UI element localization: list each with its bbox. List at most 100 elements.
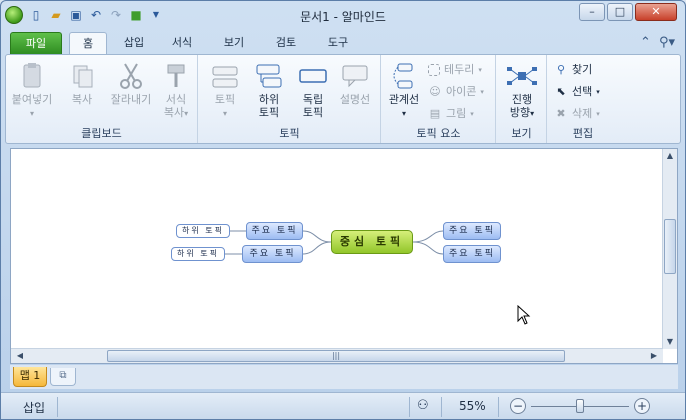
delete-x-icon: ✖	[556, 107, 566, 120]
zoom-slider-thumb[interactable]	[576, 399, 584, 413]
scroll-up-icon[interactable]: ▲	[663, 149, 677, 163]
main-topic-right-1[interactable]: 주요 토픽	[443, 222, 501, 240]
floating-topic-label-2: 토픽	[302, 106, 324, 119]
title-bar: ▯ ▰ ▣ ↶ ↷ ■ ▼ 문서1 - 알마인드 – □ ✕	[1, 1, 685, 31]
group-label-topic: 토픽	[279, 127, 300, 140]
status-divider	[57, 397, 58, 417]
group-label-topic-elements: 토픽 요소	[416, 127, 461, 140]
cut-label: 잘라내기	[110, 93, 152, 106]
scroll-left-icon[interactable]: ◀	[13, 349, 27, 363]
subtopic-1[interactable]: 하위 토픽	[176, 224, 230, 238]
maximize-button[interactable]: □	[607, 3, 633, 21]
help-search-icon[interactable]: ⚲▾	[659, 35, 675, 50]
topic-button[interactable]: 토픽 ▾	[203, 61, 247, 120]
subtopic-2[interactable]: 하위 토픽	[171, 247, 225, 261]
topic-icon	[209, 61, 241, 91]
delete-button[interactable]: ✖ 삭제 ▾	[554, 105, 599, 123]
format-painter-button[interactable]: 서식 복사▾	[154, 61, 198, 120]
horizontal-scroll-thumb[interactable]: |||	[107, 350, 565, 362]
layout-direction-label-2: 방향	[509, 106, 531, 119]
collapse-ribbon-icon[interactable]: ⌃	[640, 35, 651, 50]
ribbon-right-tools: ⌃ ⚲▾	[640, 35, 675, 50]
mouse-cursor-icon	[517, 305, 531, 325]
icon-button[interactable]: ☺ 아이콘 ▾	[428, 83, 484, 101]
copy-button[interactable]: 복사	[60, 61, 104, 106]
copy-label: 복사	[71, 93, 93, 106]
icon-label: 아이콘	[446, 85, 477, 98]
paste-label: 붙여넣기	[11, 93, 53, 106]
topic-label: 토픽	[214, 93, 236, 106]
tab-view[interactable]: 보기	[215, 32, 253, 54]
ribbon: 붙여넣기 ▾ 복사 잘라내기 서식 복사▾ 클립보드 토픽 ▾ 하위 토픽 독립…	[5, 54, 681, 144]
cut-button[interactable]: 잘라내기	[106, 61, 156, 106]
add-sheet-icon[interactable]: ⧉	[50, 368, 76, 386]
floating-topic-button[interactable]: 독립 토픽	[291, 61, 335, 119]
tab-review[interactable]: 검토	[267, 32, 305, 54]
tab-file[interactable]: 파일	[10, 32, 62, 54]
group-topic-elements: 관계선 ▾ 테두리 ▾ ☺ 아이콘 ▾ ▤ 그림 ▾ 토픽 요소	[382, 55, 496, 143]
find-label: 찾기	[572, 63, 593, 76]
zoom-out-icon[interactable]: −	[510, 398, 526, 414]
callout-label: 설명선	[339, 93, 371, 106]
floating-topic-icon	[297, 61, 329, 91]
border-button[interactable]: 테두리 ▾	[428, 61, 482, 79]
image-label: 그림	[446, 107, 467, 120]
central-topic[interactable]: 중심 토픽	[331, 230, 413, 254]
callout-button[interactable]: 설명선	[333, 61, 377, 106]
format-copy-label-1: 서식	[165, 93, 187, 106]
sheet-bar: 맵 1 ⧉	[10, 365, 678, 389]
zoom-in-icon[interactable]: +	[634, 398, 650, 414]
tab-insert[interactable]: 삽입	[115, 32, 153, 54]
find-button[interactable]: ⚲ 찾기	[554, 61, 592, 79]
smiley-icon: ☺	[429, 85, 441, 98]
vertical-scroll-thumb[interactable]	[664, 219, 676, 274]
subtopic-icon	[253, 61, 285, 91]
status-divider	[409, 397, 410, 417]
image-icon: ▤	[429, 107, 441, 120]
status-bar: 삽입 ⚇ 55% − +	[1, 392, 685, 419]
group-label-view: 보기	[511, 127, 532, 140]
magnifier-icon: ⚲	[556, 63, 566, 76]
app-window: ▯ ▰ ▣ ↶ ↷ ■ ▼ 문서1 - 알마인드 – □ ✕ 파일 홈 삽입 서…	[0, 0, 686, 420]
group-edit: ⚲ 찾기 ⬉ 선택 ▾ ✖ 삭제 ▾ 편집	[548, 55, 618, 143]
brush-icon	[160, 61, 192, 91]
group-label-edit: 편집	[572, 127, 594, 140]
status-divider	[441, 397, 442, 417]
subtopic-button[interactable]: 하위 토픽	[247, 61, 291, 119]
tab-home[interactable]: 홈	[69, 32, 107, 55]
subtopic-label-2: 토픽	[258, 106, 280, 119]
minimize-button[interactable]: –	[579, 3, 605, 21]
paste-button[interactable]: 붙여넣기 ▾	[10, 61, 54, 120]
format-copy-label-2: 복사	[163, 106, 185, 119]
subtopic-label-1: 하위	[258, 93, 280, 106]
select-label: 선택	[572, 85, 593, 98]
relationship-icon	[388, 61, 420, 91]
scroll-right-icon[interactable]: ▶	[647, 349, 661, 363]
scroll-down-icon[interactable]: ▼	[663, 335, 677, 349]
tab-tools[interactable]: 도구	[319, 32, 357, 54]
tab-format[interactable]: 서식	[163, 32, 201, 54]
layout-direction-label-1: 진행	[511, 93, 533, 106]
relationship-button[interactable]: 관계선 ▾	[384, 61, 424, 120]
layout-direction-button[interactable]: 진행 방향▾	[500, 61, 544, 120]
delete-label: 삭제	[572, 107, 593, 120]
main-topic-left-1[interactable]: 주요 토픽	[246, 222, 303, 240]
relationship-label: 관계선	[388, 93, 420, 106]
close-button[interactable]: ✕	[635, 3, 677, 21]
main-topic-left-2[interactable]: 주요 토픽	[242, 245, 303, 263]
horizontal-scrollbar[interactable]: ◀ ||| ▶	[11, 348, 663, 363]
layout-direction-icon	[506, 61, 538, 91]
callout-icon	[339, 61, 371, 91]
mindmap-canvas[interactable]: 중심 토픽 주요 토픽 주요 토픽 주요 토픽 주요 토픽 하위 토픽 하위 토…	[10, 148, 678, 364]
group-topic: 토픽 ▾ 하위 토픽 독립 토픽 설명선 토픽	[199, 55, 381, 143]
image-button[interactable]: ▤ 그림 ▾	[428, 105, 474, 123]
status-divider	[498, 397, 499, 417]
copy-icon	[66, 61, 98, 91]
sheet-tab-map1[interactable]: 맵 1	[13, 367, 47, 387]
vertical-scrollbar[interactable]: ▲ ▼	[662, 149, 677, 349]
group-clipboard: 붙여넣기 ▾ 복사 잘라내기 서식 복사▾ 클립보드	[6, 55, 198, 143]
border-label: 테두리	[444, 63, 475, 76]
main-topic-right-2[interactable]: 주요 토픽	[443, 245, 501, 263]
select-button[interactable]: ⬉ 선택 ▾	[554, 83, 599, 101]
map-overview-icon[interactable]: ⚇	[417, 398, 429, 413]
